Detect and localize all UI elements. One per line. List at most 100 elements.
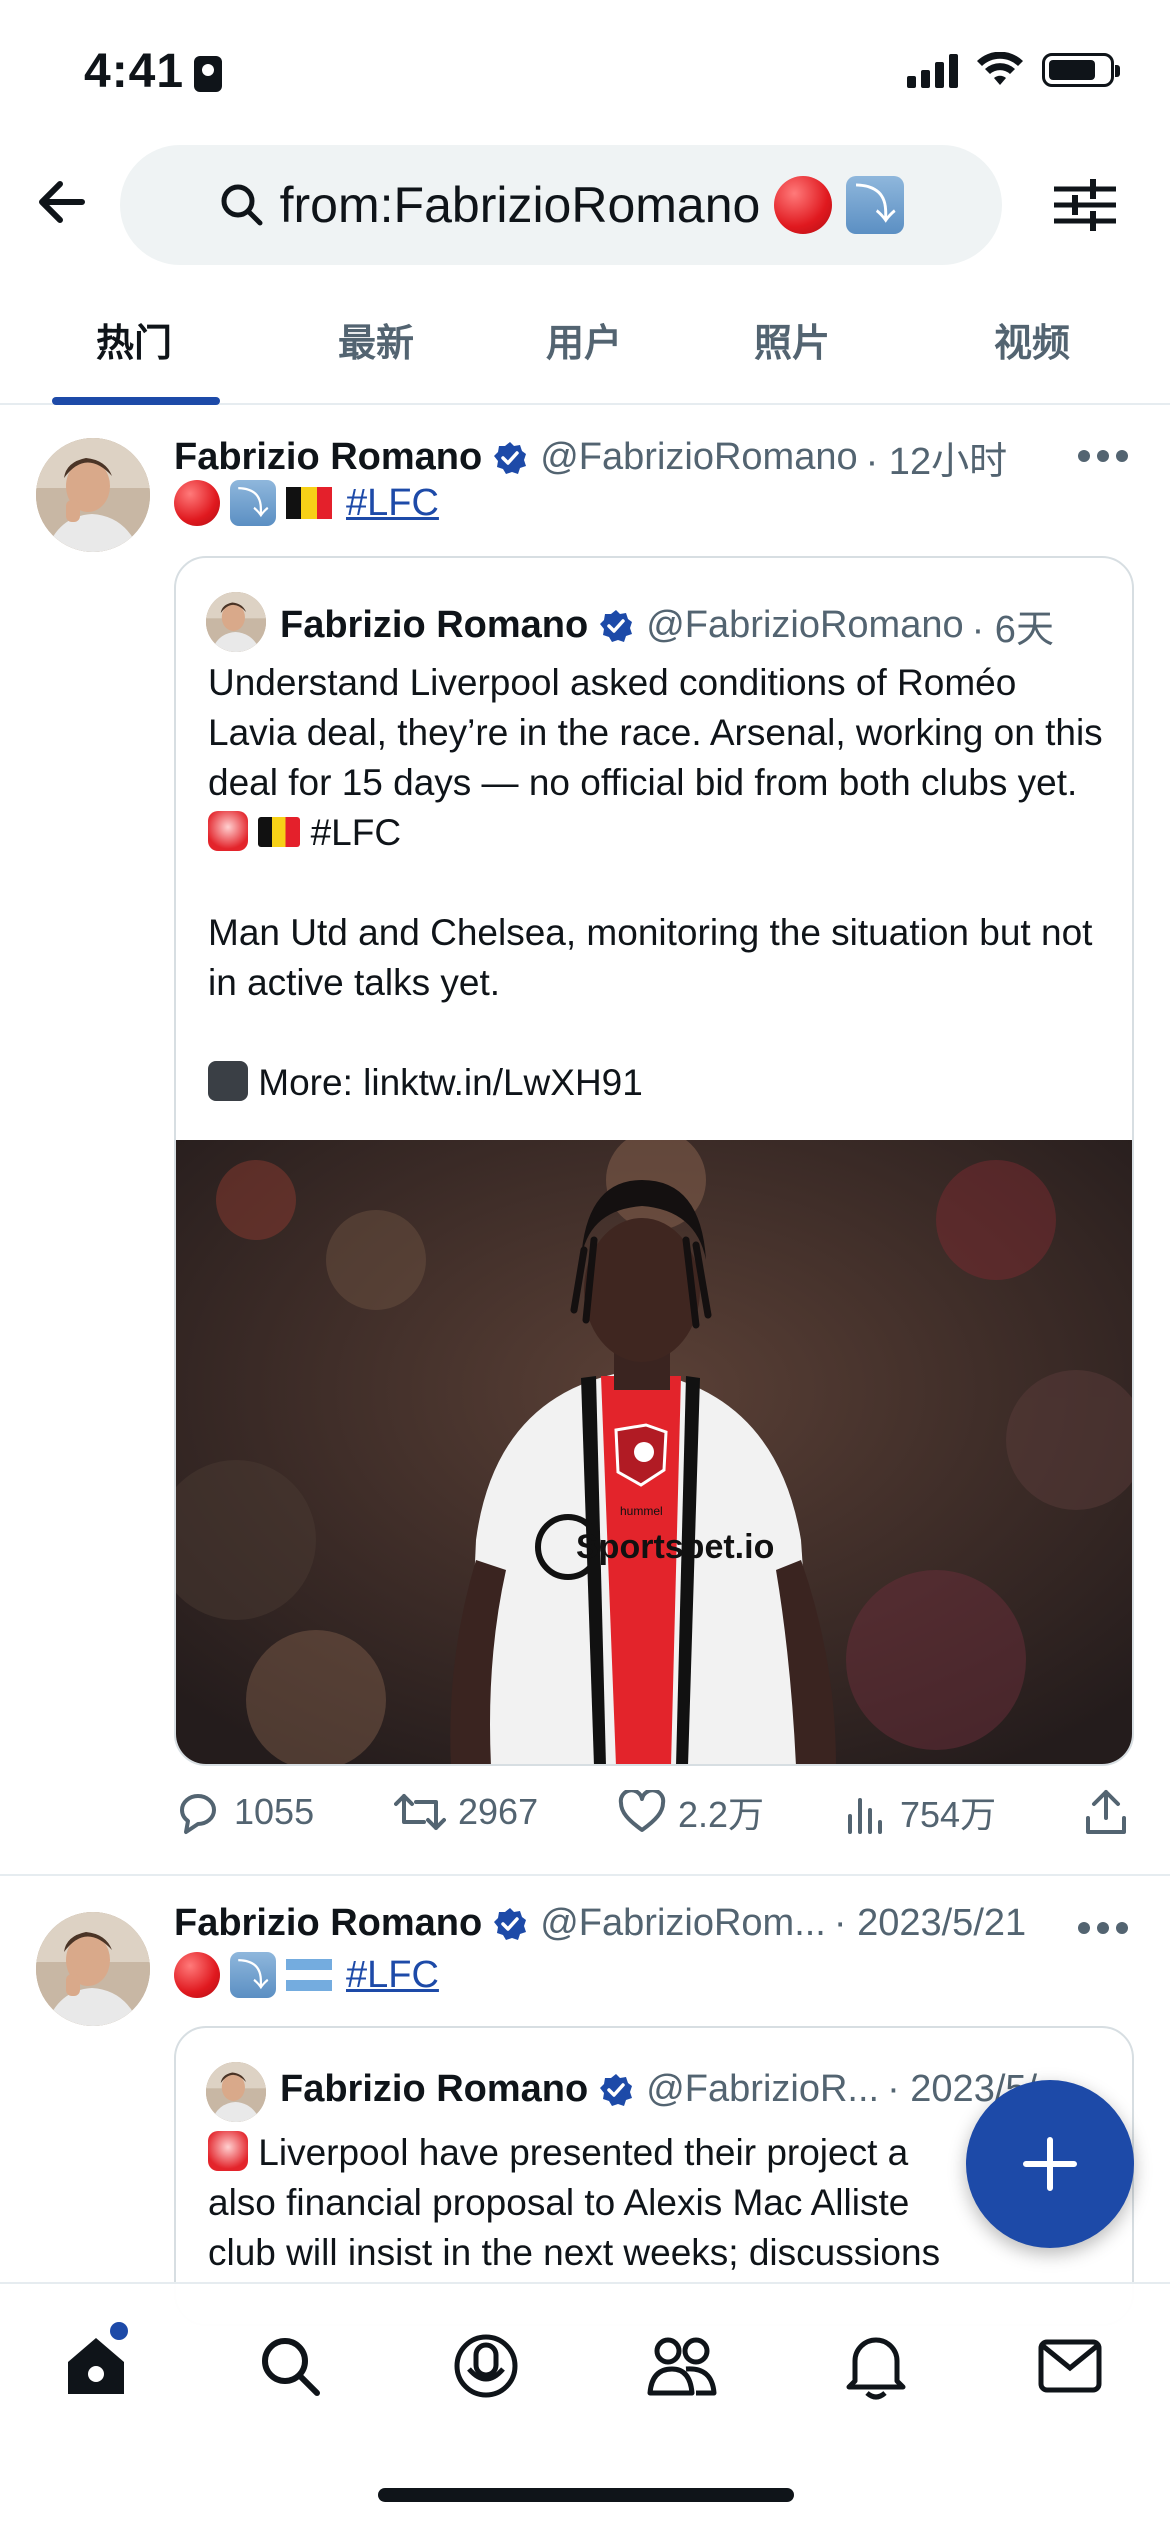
author-name[interactable]: Fabrizio Romano xyxy=(174,436,482,479)
author-handle: @FabrizioRom... xyxy=(540,1902,826,1944)
compose-tweet-button[interactable] xyxy=(966,2080,1134,2248)
quoted-paragraph-2: Man Utd and Chelsea, monitoring the situ… xyxy=(208,912,1093,1003)
reply-count: 1055 xyxy=(234,1791,315,1832)
nav-home[interactable] xyxy=(56,2322,136,2406)
quoted-avatar xyxy=(206,592,266,652)
wifi-icon xyxy=(977,52,1023,85)
hashtag-link[interactable]: #LFC xyxy=(346,1954,439,1997)
author-handle: @FabrizioRomano xyxy=(540,436,858,478)
back-arrow-icon[interactable] xyxy=(30,170,94,234)
search-input[interactable]: from:FabrizioRomano xyxy=(120,145,1002,265)
quoted-tweet[interactable]: Fabrizio Romano @FabrizioRomano · 6天 Und… xyxy=(174,556,1134,1766)
mail-icon xyxy=(1038,2339,1102,2393)
nav-messages[interactable] xyxy=(1030,2326,1110,2406)
quoted-paragraph-1: Understand Liverpool asked conditions of… xyxy=(208,662,1103,803)
battery-icon xyxy=(1042,53,1120,87)
views-chart-icon xyxy=(848,1798,882,1834)
tweet-header: Fabrizio Romano @FabrizioRom... · 2023/5… xyxy=(174,1902,1026,1945)
home-notification-dot xyxy=(110,2322,128,2340)
tab-top[interactable]: 热门 xyxy=(96,312,172,367)
tweet[interactable]: Fabrizio Romano @FabrizioRomano · 12小时 #… xyxy=(0,406,1170,1876)
red-circle-emoji xyxy=(174,1952,220,1998)
quoted-author-name: Fabrizio Romano xyxy=(280,604,589,646)
focus-id-icon xyxy=(194,56,222,92)
more-options-icon[interactable] xyxy=(1078,450,1128,464)
tab-latest[interactable]: 最新 xyxy=(338,312,414,367)
search-icon xyxy=(221,184,263,226)
reply-icon xyxy=(180,1794,216,1834)
spaces-microphone-icon xyxy=(454,2334,518,2398)
tweet-header: Fabrizio Romano @FabrizioRomano · 12小时 xyxy=(174,430,1007,485)
avatar[interactable] xyxy=(36,438,150,552)
nav-spaces[interactable] xyxy=(446,2326,526,2406)
retweet-count: 2967 xyxy=(458,1791,539,1832)
red-circle-emoji xyxy=(774,176,833,234)
nav-communities[interactable] xyxy=(642,2326,722,2406)
status-indicators xyxy=(907,52,1120,88)
status-time: 4:41 xyxy=(84,45,185,98)
tweet[interactable]: Fabrizio Romano @FabrizioRom... · 2023/5… xyxy=(0,1876,1170,2326)
quoted-line-1: Liverpool have presented their project a xyxy=(258,2132,909,2173)
filter-sliders-icon[interactable] xyxy=(1050,175,1120,235)
red-circle-emoji xyxy=(174,480,220,526)
quoted-hashtag[interactable]: #LFC xyxy=(311,812,401,853)
author-name[interactable]: Fabrizio Romano xyxy=(174,1902,482,1945)
tab-videos[interactable]: 视频 xyxy=(994,312,1070,367)
hashtag-link[interactable]: #LFC xyxy=(346,482,439,525)
plus-icon xyxy=(1023,2137,1077,2191)
more-options-icon[interactable] xyxy=(1078,1922,1128,1936)
retweet-button[interactable]: 2967 xyxy=(394,1788,618,1836)
tweet-text: #LFC xyxy=(174,1952,439,1998)
communities-icon xyxy=(647,2337,717,2396)
search-tabs: 热门 最新 用户 照片 视频 xyxy=(0,290,1170,405)
search-icon xyxy=(262,2338,320,2396)
retweet-icon xyxy=(394,1794,446,1830)
brand-text: hummel xyxy=(620,1504,663,1518)
share-icon[interactable] xyxy=(1084,1788,1128,1836)
verified-badge-icon xyxy=(494,441,527,474)
quoted-author-name: Fabrizio Romano xyxy=(280,2068,589,2110)
down-arrow-emoji xyxy=(846,176,905,234)
reply-button[interactable]: 1055 xyxy=(174,1788,394,1836)
avatar[interactable] xyxy=(36,1912,150,2026)
verified-badge-icon xyxy=(494,1907,527,1940)
quoted-header: Fabrizio Romano @FabrizioRomano · 6天 xyxy=(280,598,1054,653)
quoted-author-handle: @FabrizioR... xyxy=(646,2068,880,2110)
quoted-line-3: club will insist in the next weeks; disc… xyxy=(208,2232,941,2273)
like-button[interactable]: 2.2万 xyxy=(618,1786,844,1838)
verified-badge-icon xyxy=(600,2073,633,2106)
quoted-link-text[interactable]: More: linktw.in/LwXH91 xyxy=(258,1062,643,1103)
bell-icon xyxy=(846,2337,906,2400)
heart-icon xyxy=(618,1790,666,1832)
tweet-time: · 12小时 xyxy=(865,441,1008,483)
cellular-signal-icon xyxy=(907,52,958,88)
down-arrow-emoji xyxy=(230,480,276,526)
nav-notifications[interactable] xyxy=(836,2326,916,2406)
movie-camera-emoji xyxy=(208,1061,248,1101)
sponsor-text: Sportsbet.io xyxy=(576,1528,774,1566)
like-count: 2.2万 xyxy=(678,1794,765,1835)
view-count: 754万 xyxy=(900,1794,997,1835)
search-query: from:FabrizioRomano xyxy=(279,177,761,233)
siren-emoji xyxy=(208,2131,248,2171)
player-photo[interactable]: Sportsbet.io hummel xyxy=(176,1140,1132,1764)
quoted-text: Understand Liverpool asked conditions of… xyxy=(208,658,1108,1108)
quoted-header: Fabrizio Romano @FabrizioR... · 2023/5/ xyxy=(280,2068,1037,2111)
search-header: from:FabrizioRomano xyxy=(0,145,1170,270)
tweet-actions: 1055 2967 2.2万 754万 xyxy=(174,1782,1134,1842)
siren-emoji xyxy=(208,811,248,851)
tweet-time: · 2023/5/21 xyxy=(833,1902,1027,1944)
tweet-text: #LFC xyxy=(174,480,439,526)
active-tab-indicator xyxy=(52,397,220,405)
belgium-flag-emoji xyxy=(286,487,332,519)
down-arrow-emoji xyxy=(230,1952,276,1998)
tab-people[interactable]: 用户 xyxy=(546,312,622,367)
argentina-flag-emoji xyxy=(286,1959,332,1992)
tab-photos[interactable]: 照片 xyxy=(754,312,830,367)
quoted-author-handle: @FabrizioRomano xyxy=(646,604,964,646)
quoted-tweet-time: · 6天 xyxy=(971,609,1054,651)
home-indicator xyxy=(378,2488,794,2502)
home-icon xyxy=(68,2338,124,2394)
views-button[interactable]: 754万 xyxy=(844,1786,1084,1838)
nav-search[interactable] xyxy=(250,2326,330,2406)
